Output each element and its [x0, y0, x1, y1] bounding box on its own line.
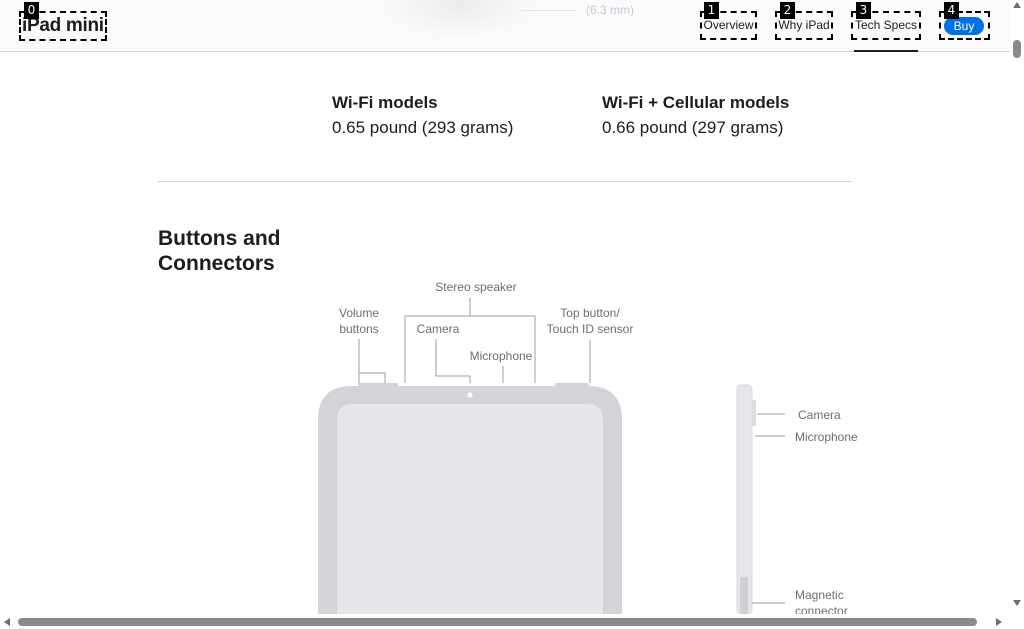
label-top-button-touch-id: Top button/ Touch ID sensor: [540, 305, 640, 337]
element-badge-4: 4: [944, 2, 959, 19]
vertical-scrollbar[interactable]: [1010, 0, 1024, 614]
horizontal-scrollbar[interactable]: [0, 614, 1010, 629]
scrollbar-corner: [1010, 614, 1024, 629]
label-stereo-speaker: Stereo speaker: [435, 280, 517, 294]
label-volume-buttons: Volume buttons: [330, 305, 388, 337]
scroll-right-arrow-icon[interactable]: [996, 618, 1002, 626]
buy-button[interactable]: Buy: [944, 17, 984, 35]
nav-background-product-image: [380, 0, 540, 40]
weight-wifi-title: Wi-Fi models: [332, 93, 438, 112]
label-magnetic-line2: connector: [795, 604, 848, 614]
label-magnetic-line1: Magnetic: [795, 588, 844, 602]
front-camera-dot: [467, 392, 473, 398]
ipad-side-view: [736, 384, 756, 614]
label-top-button-line2: Touch ID sensor: [546, 322, 634, 336]
label-magnetic-connector: Magnetic connector: [795, 587, 848, 614]
weight-cellular-title: Wi-Fi + Cellular models: [602, 93, 790, 112]
weight-cellular-column: Wi-Fi + Cellular models 0.66 pound (297 …: [602, 92, 789, 141]
label-top-button-line1: Top button/: [560, 306, 620, 320]
page-viewport: (6.3 mm) iPad mini Overview Why iPad Tec…: [0, 0, 1010, 614]
active-tab-indicator: [854, 50, 918, 52]
label-volume-line1: Volume: [338, 306, 380, 320]
weight-cellular-value: 0.66 pound (297 grams): [602, 118, 784, 137]
section-divider: [158, 181, 852, 182]
element-badge-0: 0: [24, 2, 39, 19]
element-badge-2: 2: [780, 2, 795, 19]
side-camera-bump: [752, 400, 756, 426]
vertical-scrollbar-thumb[interactable]: [1013, 40, 1021, 58]
label-side-camera: Camera: [798, 408, 841, 422]
weight-wifi-column: Wi-Fi models 0.65 pound (293 grams): [332, 92, 513, 141]
horizontal-scrollbar-thumb[interactable]: [18, 618, 977, 626]
ipad-front-view: [318, 383, 622, 614]
element-badge-1: 1: [704, 2, 719, 19]
scroll-left-arrow-icon[interactable]: [4, 618, 10, 626]
diagram-leader-lines: [358, 298, 785, 604]
label-front-microphone: Microphone: [469, 349, 533, 363]
scroll-up-arrow-icon[interactable]: [1013, 2, 1021, 8]
scroll-down-arrow-icon[interactable]: [1013, 600, 1021, 606]
nav-background-dimension-line: [520, 10, 576, 11]
nav-background-dimension-text: (6.3 mm): [586, 3, 634, 17]
label-front-camera: Camera: [416, 322, 460, 336]
volume-buttons-shape: [358, 383, 398, 386]
section-title-buttons-connectors: Buttons and Connectors: [158, 227, 281, 275]
label-side-microphone: Microphone: [795, 430, 858, 444]
element-badge-3: 3: [856, 2, 871, 19]
side-magnetic-connector: [740, 577, 748, 614]
weight-wifi-value: 0.65 pound (293 grams): [332, 118, 514, 137]
label-volume-line2: buttons: [339, 322, 379, 336]
top-button-shape: [555, 383, 589, 386]
